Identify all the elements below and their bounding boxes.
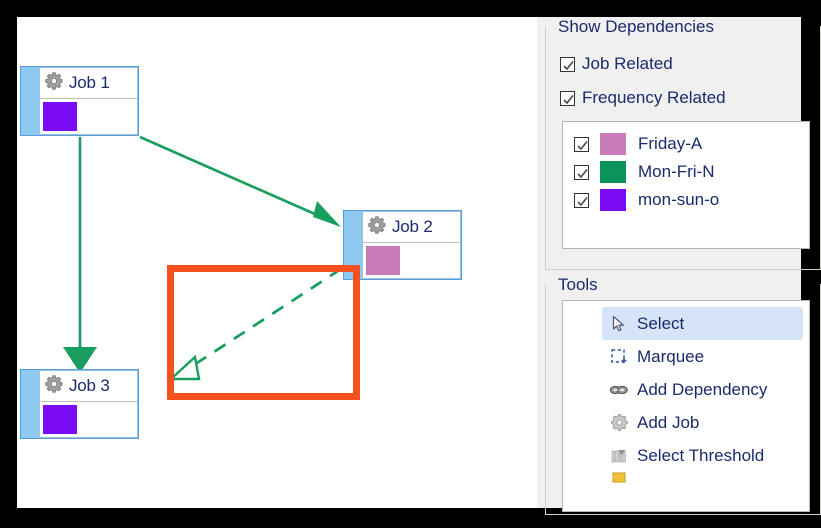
job-node-header: Job 1 [40,68,137,99]
dependency-color-swatch [600,133,626,155]
frequency-color-swatch [43,405,77,434]
note-icon [608,472,630,484]
tool-item-select-threshold[interactable]: Select Threshold [602,439,803,472]
tool-label: Add Job [637,412,700,432]
graph-canvas[interactable]: Job 1 Job 2 Job 3 [17,17,537,508]
edge-job1-to-job2 [139,135,341,227]
tool-label: Add Dependency [637,379,768,399]
tool-item-add-dependency[interactable]: Add Dependency [602,373,803,406]
dependency-color-swatch [600,189,626,211]
cursor-arrow-icon [608,313,630,335]
job-node-job3[interactable]: Job 3 [20,369,139,439]
gear-icon [44,71,64,96]
gear-icon [367,215,387,240]
job-node-body: Job 2 [362,211,461,279]
link-chain-icon [608,379,630,401]
job-node-sidebar [21,67,39,135]
checkbox-label: Frequency Related [582,88,726,107]
dependency-frequency-list[interactable]: Friday-A Mon-Fri-N mon-sun-o [562,121,810,249]
tools-list[interactable]: Select Marquee Add Dependency Add Job Se… [562,300,810,512]
checkbox-icon[interactable] [574,164,589,180]
checkbox-icon[interactable] [560,90,575,106]
job-node-body: Job 3 [39,370,138,438]
dependency-label: mon-sun-o [638,190,720,209]
job-node-header: Job 2 [363,212,460,243]
right-side-panel: Show Dependencies Job Related Frequency … [537,17,821,515]
dependency-label: Mon-Fri-N [638,162,715,181]
tool-label: Select [637,313,685,333]
job-node-title: Job 3 [69,376,110,395]
dependency-label: Friday-A [638,134,703,153]
tool-item-partial[interactable] [602,472,803,484]
tools-title: Tools [553,275,603,295]
frequency-color-swatch [366,246,400,275]
marquee-icon [608,346,630,368]
show-dependencies-title: Show Dependencies [553,17,719,37]
checkbox-frequency-related[interactable]: Frequency Related [560,88,726,108]
job-node-title: Job 2 [392,217,433,236]
dependency-color-swatch [600,161,626,183]
bar-chart-icon [608,445,630,467]
job-node-job1[interactable]: Job 1 [20,66,139,136]
frequency-color-swatch [43,102,77,131]
job-node-sidebar [21,370,39,438]
list-item[interactable]: mon-sun-o [563,186,809,214]
tool-item-select[interactable]: Select [602,307,803,340]
app-root: Job 1 Job 2 Job 3 Show Dependencies Job … [0,0,821,528]
tool-item-marquee[interactable]: Marquee [602,340,803,373]
job-node-title: Job 1 [69,73,110,92]
edge-job1-to-job3 [63,137,97,373]
tool-item-add-job[interactable]: Add Job [602,406,803,439]
gear-icon [44,374,64,399]
list-item[interactable]: Friday-A [563,130,809,158]
job-node-frequency-row [40,99,137,134]
checkbox-label: Job Related [582,54,673,73]
list-item[interactable]: Mon-Fri-N [563,158,809,186]
show-dependencies-group: Show Dependencies Job Related Frequency … [545,17,821,270]
checkbox-icon[interactable] [560,56,575,72]
job-node-frequency-row [363,243,460,278]
highlight-annotation-rectangle [167,265,360,400]
job-node-body: Job 1 [39,67,138,135]
job-node-frequency-row [40,402,137,437]
job-node-header: Job 3 [40,371,137,402]
tool-label: Marquee [637,346,705,366]
checkbox-icon[interactable] [574,192,589,208]
tools-group: Tools Select Marquee Add Dependency Add … [545,275,821,515]
checkbox-icon[interactable] [574,136,589,152]
checkbox-job-related[interactable]: Job Related [560,54,673,74]
job-node-job2[interactable]: Job 2 [343,210,462,280]
tool-label: Select Threshold [637,445,765,465]
gear-icon [608,412,630,434]
